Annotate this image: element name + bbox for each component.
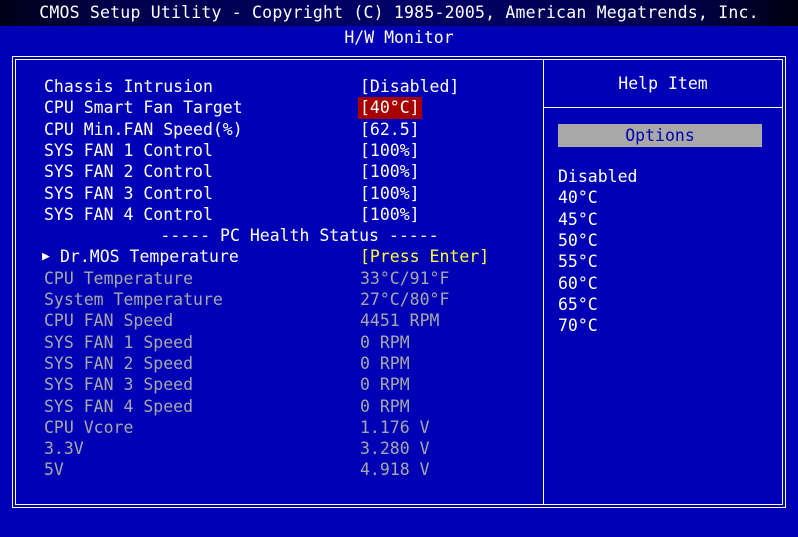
option-item[interactable]: 60°C <box>558 273 598 294</box>
setting-label: CPU Vcore <box>44 417 134 437</box>
setting-label: System Temperature <box>44 290 223 309</box>
setting-value: 4.918 V <box>360 460 430 480</box>
setting-label: 3.3V <box>44 439 84 459</box>
setting-label: Dr.MOS Temperature <box>60 247 239 267</box>
settings-row: SYS FAN 4 Speed 0 RPM <box>16 396 543 417</box>
setting-label: SYS FAN 1 Control <box>44 140 213 160</box>
help-title-divider <box>544 107 782 108</box>
settings-list: Chassis Intrusion [Disabled] CPU Smart Fan… <box>16 60 543 504</box>
setting-label: 5V <box>44 460 64 480</box>
bios-screen: CMOS Setup Utility - Copyright (C) 1985-… <box>0 0 798 537</box>
settings-row[interactable]: SYS FAN 1 Control [100%] <box>16 140 543 161</box>
setting-value[interactable]: [100%] <box>360 183 420 204</box>
setting-label: Chassis Intrusion <box>44 77 213 96</box>
settings-row[interactable]: ▶ Dr.MOS Temperature [Press Enter] <box>16 246 543 267</box>
submenu-arrow-icon: ▶ <box>42 249 50 265</box>
setting-value[interactable]: [100%] <box>360 161 420 182</box>
setting-value: 27°C/80°F <box>360 290 450 309</box>
option-item[interactable]: 45°C <box>558 209 598 230</box>
setting-label: SYS FAN 1 Speed <box>44 332 194 352</box>
settings-row[interactable]: Chassis Intrusion [Disabled] <box>16 76 543 97</box>
options-header: Options <box>558 124 762 147</box>
setting-value: 3.280 V <box>360 439 430 459</box>
setting-value: 0 RPM <box>360 396 410 416</box>
option-item[interactable]: Disabled <box>558 166 637 187</box>
help-panel: Help Item Options Disabled 40°C 45°C 50°C 55… <box>544 60 782 504</box>
setting-label: CPU FAN Speed <box>44 311 174 331</box>
settings-row: 3.3V 3.280 V <box>16 438 543 459</box>
settings-row: SYS FAN 3 Speed 0 RPM <box>16 374 543 395</box>
setting-value[interactable]: [100%] <box>360 204 420 225</box>
setting-label: SYS FAN 4 Control <box>44 204 213 224</box>
settings-row: System Temperature 27°C/80°F <box>16 289 543 310</box>
setting-label: CPU Temperature <box>44 268 194 288</box>
main-frame-inner: Chassis Intrusion [Disabled] CPU Smart Fan… <box>15 59 783 505</box>
settings-row: CPU Temperature 33°C/91°F <box>16 268 543 289</box>
option-item[interactable]: 55°C <box>558 251 598 272</box>
settings-row[interactable]: SYS FAN 2 Control [100%] <box>16 161 543 182</box>
setting-value: 4451 RPM <box>360 311 440 331</box>
settings-row: 5V 4.918 V <box>16 459 543 480</box>
setting-value: 0 RPM <box>360 353 410 373</box>
settings-row: CPU Vcore 1.176 V <box>16 417 543 438</box>
setting-value[interactable]: [Disabled] <box>360 76 459 97</box>
settings-row: SYS FAN 2 Speed 0 RPM <box>16 353 543 374</box>
settings-row[interactable]: CPU Min.FAN Speed(%) [62.5] <box>16 119 543 140</box>
settings-row: CPU FAN Speed 4451 RPM <box>16 310 543 331</box>
option-item[interactable]: 50°C <box>558 230 598 251</box>
setting-value[interactable]: [Press Enter] <box>360 246 489 267</box>
settings-row: SYS FAN 1 Speed 0 RPM <box>16 332 543 353</box>
setting-label: SYS FAN 3 Control <box>44 183 213 203</box>
option-item[interactable]: 40°C <box>558 187 598 208</box>
settings-row[interactable]: SYS FAN 4 Control [100%] <box>16 204 543 225</box>
section-header: ----- PC Health Status ----- <box>160 226 439 246</box>
setting-label: SYS FAN 3 Speed <box>44 375 194 395</box>
setting-value: 33°C/91°F <box>360 268 450 288</box>
setting-value[interactable]: [40°C] <box>358 97 422 119</box>
setting-label: CPU Min.FAN Speed(%) <box>44 119 243 139</box>
settings-row[interactable]: CPU Smart Fan Target [40°C] <box>16 97 543 119</box>
setting-label: SYS FAN 2 Control <box>44 162 213 182</box>
setting-label: SYS FAN 2 Speed <box>44 353 194 373</box>
setting-label: CPU Smart Fan Target <box>44 98 243 118</box>
setting-value[interactable]: [62.5] <box>360 119 420 140</box>
page-title: H/W Monitor <box>344 28 454 47</box>
window-title: CMOS Setup Utility - Copyright (C) 1985-… <box>0 0 798 26</box>
main-frame: Chassis Intrusion [Disabled] CPU Smart Fan… <box>12 56 786 508</box>
setting-value: 0 RPM <box>360 332 410 352</box>
help-panel-title: Help Item <box>618 74 708 93</box>
setting-value[interactable]: [100%] <box>360 140 420 161</box>
setting-value: 0 RPM <box>360 375 410 395</box>
setting-label: SYS FAN 4 Speed <box>44 396 194 416</box>
settings-row[interactable]: SYS FAN 3 Control [100%] <box>16 183 543 204</box>
setting-value: 1.176 V <box>360 417 430 437</box>
option-item[interactable]: 65°C <box>558 294 598 315</box>
option-item[interactable]: 70°C <box>558 315 598 336</box>
